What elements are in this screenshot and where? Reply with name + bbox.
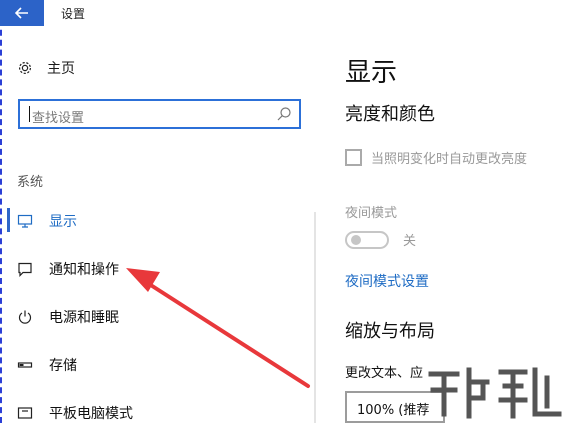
watermark-logo bbox=[428, 367, 562, 419]
